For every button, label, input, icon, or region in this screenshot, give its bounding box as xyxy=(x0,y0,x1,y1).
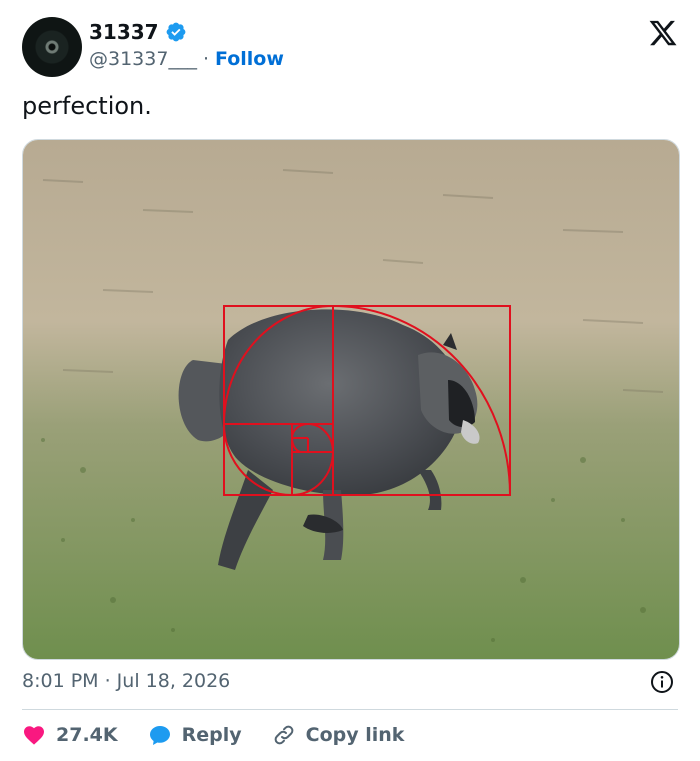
tweet-actions: 27.4K Reply Copy link xyxy=(22,719,434,751)
copy-link-label: Copy link xyxy=(305,724,405,746)
author-name-row: 31337 xyxy=(89,20,187,44)
verified-badge-icon xyxy=(166,22,185,42)
heart-icon xyxy=(24,726,44,745)
copy-link-button[interactable]: Copy link xyxy=(272,723,405,747)
tweet-card: 31337 @31337___ · Follow perfection. 8:0… xyxy=(0,0,700,761)
tweet-timestamp[interactable]: 8:01 PM · Jul 18, 2026 xyxy=(22,670,230,692)
reply-button[interactable]: Reply xyxy=(148,723,242,747)
info-icon[interactable] xyxy=(650,670,674,694)
tweet-text: perfection. xyxy=(22,92,152,120)
avatar[interactable] xyxy=(22,17,82,77)
like-count: 27.4K xyxy=(56,724,118,746)
author-handle-row: @31337___ · Follow xyxy=(89,48,284,70)
link-icon xyxy=(274,725,293,745)
tweet-media-image[interactable] xyxy=(22,139,680,660)
like-button[interactable]: 27.4K xyxy=(22,723,118,747)
x-logo-icon[interactable] xyxy=(648,18,678,48)
follow-button[interactable]: Follow xyxy=(215,48,284,70)
raccoon-spiral-photo xyxy=(23,140,679,659)
divider xyxy=(22,709,678,710)
reply-label: Reply xyxy=(181,724,242,746)
author-handle[interactable]: @31337___ xyxy=(89,48,197,70)
separator-dot: · xyxy=(202,48,209,70)
author-display-name[interactable]: 31337 xyxy=(89,20,159,44)
reply-bubble-icon xyxy=(149,726,170,745)
